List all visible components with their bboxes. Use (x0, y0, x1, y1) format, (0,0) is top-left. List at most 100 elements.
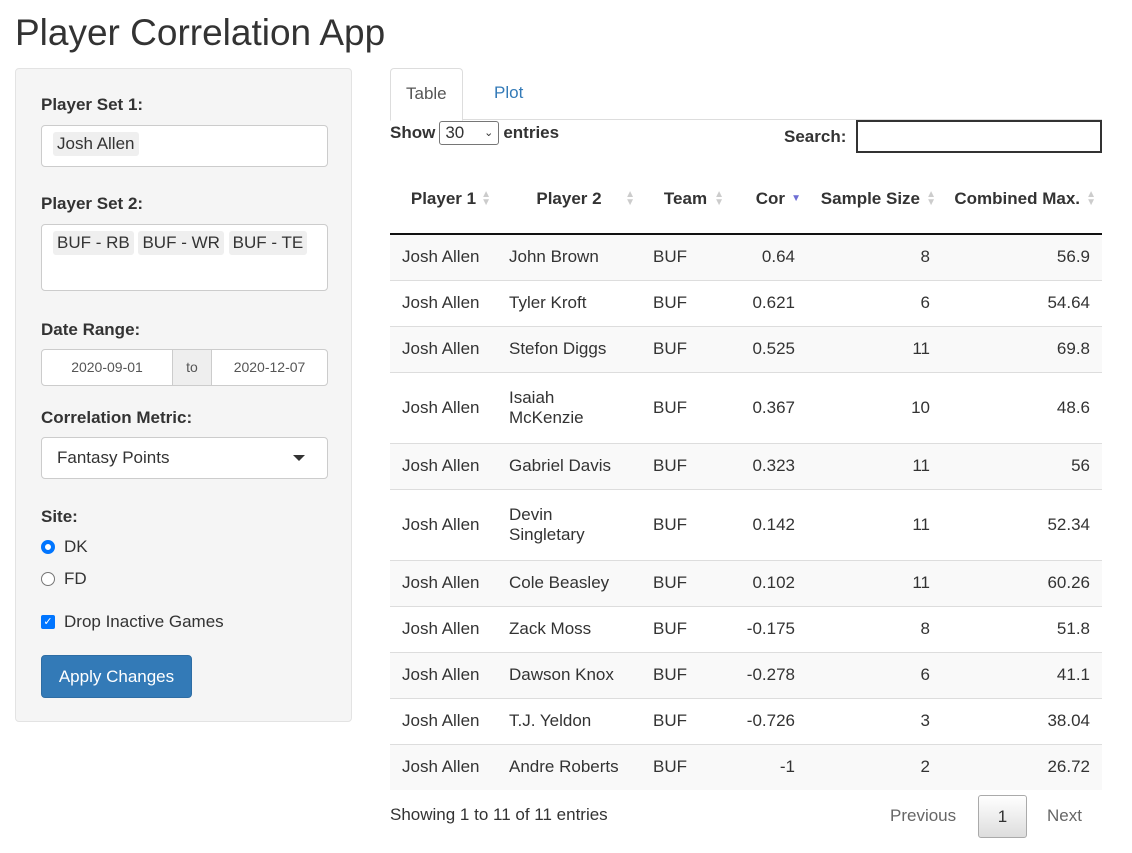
table-cell: 0.323 (730, 442, 807, 489)
sidebar-panel: Player Set 1: Josh Allen Player Set 2: B… (15, 68, 352, 722)
table-cell: Josh Allen (390, 559, 497, 606)
table-cell: 52.34 (942, 488, 1102, 560)
table-cell: BUF (641, 442, 730, 489)
radio-unchecked-icon[interactable] (41, 572, 55, 586)
player-set-1-input[interactable]: Josh Allen (41, 125, 328, 167)
table-cell: Stefon Diggs (497, 325, 641, 372)
column-header[interactable]: Cor ▼ (730, 164, 807, 235)
table-cell: 0.367 (730, 371, 807, 443)
table-cell: Josh Allen (390, 233, 497, 280)
sort-both-icon: ▲ ▼ (714, 188, 724, 208)
table-cell: 41.1 (942, 651, 1102, 698)
table-cell: 6 (807, 279, 942, 326)
column-header-label: Cor (755, 188, 785, 208)
entries-length-select[interactable]: 30 ⌄ (439, 121, 500, 145)
metric-select[interactable]: Fantasy Points (41, 437, 328, 479)
table-row[interactable]: Josh Allen Zack Moss BUF -0.175 8 51.8 (390, 605, 1102, 652)
column-header[interactable]: Player 2 ▲ ▼ (497, 164, 641, 235)
table-cell: -0.175 (730, 605, 807, 652)
player-set-2-input[interactable]: BUF - RB BUF - WR BUF - TE (41, 224, 328, 291)
table-cell: -0.726 (730, 697, 807, 744)
table-row[interactable]: Josh Allen Isaiah McKenzie BUF 0.367 10 48.6 (390, 371, 1102, 443)
tab-bar: Table Plot (390, 68, 1102, 121)
column-header[interactable]: Sample Size ▲ ▼ (807, 164, 942, 235)
date-start-input[interactable]: 2020-09-01 (41, 349, 173, 386)
site-radio-fd[interactable]: FD (41, 569, 87, 589)
table-cell: 69.8 (942, 325, 1102, 372)
table-cell: BUF (641, 651, 730, 698)
apply-changes-button[interactable]: Apply Changes (41, 655, 192, 698)
table-cell: Josh Allen (390, 371, 497, 443)
table-cell: 0.621 (730, 279, 807, 326)
selected-chip[interactable]: BUF - TE (228, 231, 308, 255)
tab-plot[interactable]: Plot (479, 68, 538, 121)
next-button[interactable]: Next (1047, 806, 1082, 826)
table-cell: 8 (807, 233, 942, 280)
sort-both-icon: ▲ ▼ (1086, 188, 1096, 208)
table-cell: -0.278 (730, 651, 807, 698)
tab-table[interactable]: Table (390, 68, 463, 121)
table-cell: Cole Beasley (497, 559, 641, 606)
table-cell: 11 (807, 442, 942, 489)
checkbox-checked-icon[interactable]: ✓ (41, 615, 55, 629)
table-cell: Tyler Kroft (497, 279, 641, 326)
table-row[interactable]: Josh Allen Stefon Diggs BUF 0.525 11 69.8 (390, 325, 1102, 372)
table-cell: Devin Singletary (497, 488, 641, 560)
table-row[interactable]: Josh Allen Devin Singletary BUF 0.142 11 52.3… (390, 488, 1102, 560)
column-header[interactable]: Player 1 ▲ ▼ (390, 164, 497, 235)
table-row[interactable]: Josh Allen Gabriel Davis BUF 0.323 11 56 (390, 442, 1102, 489)
column-header[interactable]: Team ▲ ▼ (641, 164, 730, 235)
table-cell: 10 (807, 371, 942, 443)
table-cell: 0.64 (730, 233, 807, 280)
table-cell: 11 (807, 488, 942, 560)
show-label: Show (390, 123, 436, 142)
column-header[interactable]: Combined Max. ▲ ▼ (942, 164, 1102, 235)
page-1-button[interactable]: 1 (978, 795, 1027, 838)
radio-checked-icon[interactable] (41, 540, 55, 554)
table-cell: Josh Allen (390, 743, 497, 790)
table-cell: BUF (641, 743, 730, 790)
drop-inactive-checkbox[interactable]: ✓ Drop Inactive Games (41, 612, 224, 632)
table-cell: 11 (807, 325, 942, 372)
table-row[interactable]: Josh Allen John Brown BUF 0.64 8 56.9 (390, 233, 1102, 280)
table-cell: BUF (641, 697, 730, 744)
table-cell: 38.04 (942, 697, 1102, 744)
table-cell: 0.102 (730, 559, 807, 606)
table-row[interactable]: Josh Allen Andre Roberts BUF -1 2 26.72 (390, 743, 1102, 790)
table-cell: Josh Allen (390, 697, 497, 744)
table-row[interactable]: Josh Allen Dawson Knox BUF -0.278 6 41.1 (390, 651, 1102, 698)
date-separator: to (172, 349, 212, 386)
table-cell: 8 (807, 605, 942, 652)
table-cell: Isaiah McKenzie (497, 371, 641, 443)
selected-chip[interactable]: BUF - WR (138, 231, 224, 255)
table-row[interactable]: Josh Allen T.J. Yeldon BUF -0.726 3 38.04 (390, 697, 1102, 744)
sort-both-icon: ▲ ▼ (481, 188, 491, 208)
table-cell: 0.525 (730, 325, 807, 372)
table-row[interactable]: Josh Allen Tyler Kroft BUF 0.621 6 54.64 (390, 279, 1102, 326)
sort-both-icon: ▲ ▼ (625, 188, 635, 208)
length-control: Show 30 ⌄ entries (390, 121, 559, 145)
selected-chip[interactable]: BUF - RB (53, 231, 134, 255)
table-cell: 3 (807, 697, 942, 744)
date-end-input[interactable]: 2020-12-07 (211, 349, 328, 386)
table-row[interactable]: Josh Allen Cole Beasley BUF 0.102 11 60.26 (390, 559, 1102, 606)
search-label: Search: (784, 127, 847, 146)
search-input[interactable] (856, 120, 1102, 153)
table-cell: 51.8 (942, 605, 1102, 652)
sort-desc-icon: ▼ (791, 192, 801, 204)
player-set-2-label: Player Set 2: (41, 194, 144, 213)
previous-button[interactable]: Previous (890, 806, 956, 826)
table-cell: 56 (942, 442, 1102, 489)
table-cell: Dawson Knox (497, 651, 641, 698)
sort-both-icon: ▲ ▼ (926, 188, 936, 208)
metric-value: Fantasy Points (57, 448, 170, 467)
selected-chip[interactable]: Josh Allen (53, 132, 139, 156)
length-value: 30 (445, 123, 465, 142)
site-radio-dk[interactable]: DK (41, 537, 88, 557)
table-cell: Josh Allen (390, 442, 497, 489)
checkbox-label: Drop Inactive Games (64, 612, 224, 631)
table-cell: Josh Allen (390, 651, 497, 698)
column-header-label: Combined Max. (954, 188, 1080, 208)
table-cell: BUF (641, 371, 730, 443)
site-label: Site: (41, 507, 78, 526)
